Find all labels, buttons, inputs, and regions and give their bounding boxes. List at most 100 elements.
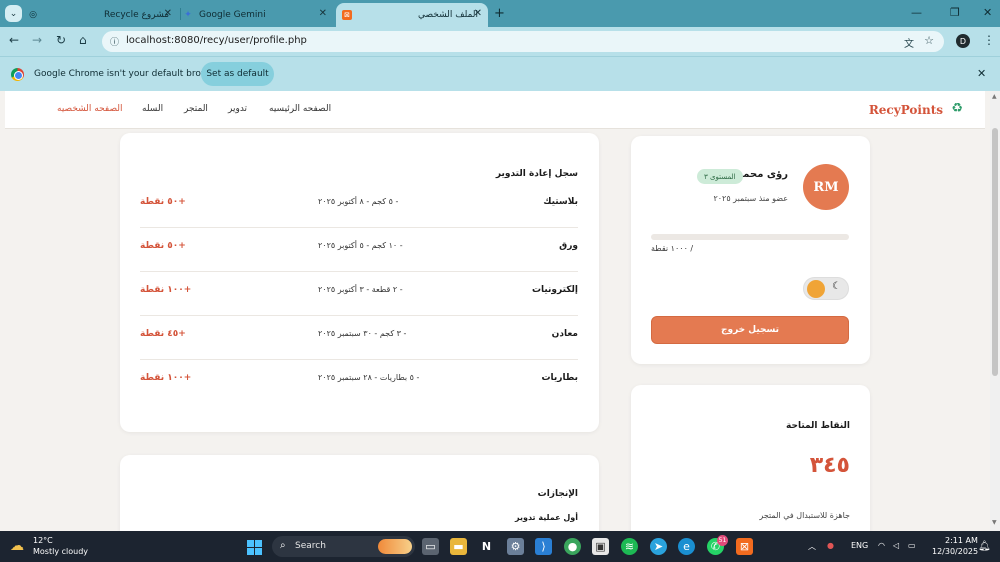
tab-recycle-project[interactable]: ◎ مشروع Recycle ✕ [28,3,178,27]
globe-icon: ◎ [29,10,37,20]
tab-title: مشروع Recycle [104,10,170,20]
tab-profile[interactable]: ⊠ الملف الشخصي ✕ [336,3,488,27]
nav-home[interactable]: الصفحه الرئيسيه [269,104,331,114]
history-row: بطاريات - ٥ بطاريات - ٢٨ سبتمبر ٢٠٢٥ +١٠… [140,360,578,404]
history-material: بطاريات [541,373,578,383]
brand-logo[interactable]: RecyPoints [869,103,943,117]
achievements-title: الإنجازات [537,489,578,499]
history-points: +٥٠ نقطة [140,197,186,207]
recycle-icon: ♻ [951,101,963,116]
task-view-icon[interactable]: ▭ [422,538,439,555]
history-title: سجل إعادة التدوير [495,169,578,179]
history-details: - ٥ كجم - ٨ أكتوبر ٢٠٢٥ [318,197,399,206]
minimize-icon[interactable]: — [911,6,922,19]
infobar-message: Google Chrome isn't your default browser [34,69,223,79]
site-navbar: RecyPoints ♻ الصفحه الرئيسيه تدوير المتج… [5,91,985,129]
close-infobar-icon[interactable]: ✕ [977,67,986,80]
windows-taskbar: ☁ 12°C Mostly cloudy ⌕ Search ▭ ▬ N ⚙ ⟩ … [0,531,1000,562]
gemini-icon: ✦ [184,10,192,20]
achievement-item: أول عملية تدوير [514,513,578,522]
close-tab-icon[interactable]: ✕ [474,8,482,19]
back-icon[interactable]: ← [9,33,19,47]
history-details: - ٣ كجم - ٣٠ سبتمبر ٢٠٢٥ [318,329,407,338]
history-details: - ٥ بطاريات - ٢٨ سبتمبر ٢٠٢٥ [318,373,420,382]
tab-google-gemini[interactable]: ✦ Google Gemini ✕ [183,3,333,27]
user-avatar: RM [803,164,849,210]
reload-icon[interactable]: ↻ [56,33,66,47]
tray-app-icon[interactable]: ● [827,541,834,550]
page-scrollbar[interactable]: ▲ ▼ [990,91,1000,531]
close-window-icon[interactable]: ✕ [983,6,992,19]
store-icon[interactable]: ▣ [592,538,609,555]
search-label: Search [295,541,326,551]
notion-like-app-icon[interactable]: N [478,538,495,555]
logout-button[interactable]: تسجيل خروج [651,316,849,344]
scroll-down-icon[interactable]: ▼ [992,519,997,526]
set-as-default-button[interactable]: Set as default [201,62,274,86]
scrollbar-thumb[interactable] [992,128,998,376]
taskbar-search[interactable]: ⌕ Search [272,536,415,557]
page-viewport: RecyPoints ♻ الصفحه الرئيسيه تدوير المتج… [0,91,990,531]
search-icon: ⌕ [280,540,286,551]
weather-description[interactable]: Mostly cloudy [33,547,88,556]
tab-title: الملف الشخصي [418,10,478,20]
chrome-logo-icon [11,68,24,81]
scroll-up-icon[interactable]: ▲ [992,93,997,100]
theme-toggle[interactable]: ☾ [803,277,849,300]
translate-icon[interactable]: 文 [904,35,914,50]
volume-icon[interactable]: ◁ [893,541,899,550]
address-bar[interactable]: ⓘ localhost:8080/recy/user/profile.php 文… [102,31,944,52]
restore-icon[interactable]: ❐ [950,6,960,19]
file-explorer-icon[interactable]: ▬ [450,538,467,555]
bookmark-star-icon[interactable]: ☆ [924,34,934,47]
spotify-icon[interactable]: ≋ [621,538,638,555]
forward-icon[interactable]: → [32,33,42,47]
tab-search-chevron-icon[interactable]: ⌄ [5,5,22,22]
history-details: - ٢ قطعة - ٣ أكتوبر ٢٠٢٥ [318,285,403,294]
nav-profile[interactable]: الصفحه الشخصيه [57,104,123,114]
notification-bell-icon[interactable]: 🔔︎ [978,541,991,552]
close-tab-icon[interactable]: ✕ [164,8,172,19]
windows-start-icon[interactable] [247,540,262,555]
language-indicator[interactable]: ENG [851,541,868,550]
telegram-icon[interactable]: ➤ [650,538,667,555]
moon-icon: ☾ [832,281,841,292]
screen: ⌄ ◎ مشروع Recycle ✕ ✦ Google Gemini ✕ ⊠ … [0,0,1000,562]
available-points-value: ٣٤٥ [809,453,850,478]
profile-avatar[interactable]: D [956,34,970,48]
recycling-history-card: سجل إعادة التدوير بلاستيك - ٥ كجم - ٨ أك… [120,133,599,432]
browser-tab-strip: ⌄ ◎ مشروع Recycle ✕ ✦ Google Gemini ✕ ⊠ … [0,0,1000,27]
nav-store[interactable]: المتجر [184,104,208,114]
clock-time[interactable]: 2:11 AM [945,536,978,545]
weather-cloud-icon[interactable]: ☁ [10,538,24,554]
battery-icon[interactable]: ▭ [908,541,916,550]
points-caption: جاهزة للاستبدال في المتجر [759,511,850,520]
edge-icon[interactable]: e [678,538,695,555]
wifi-icon[interactable]: ◠ [878,541,885,550]
history-row: معادن - ٣ كجم - ٣٠ سبتمبر ٢٠٢٥ +٤٥ نقطة [140,316,578,360]
close-tab-icon[interactable]: ✕ [319,8,327,19]
tab-title: Google Gemini [199,10,266,20]
search-highlight-image [378,539,412,554]
settings-gear-icon[interactable]: ⚙ [507,538,524,555]
chrome-menu-icon[interactable]: ⋮ [983,33,995,47]
progress-text: / ١٠٠٠ نقطة [651,244,694,253]
xampp-icon: ⊠ [342,10,352,20]
weather-temp[interactable]: 12°C [33,536,53,545]
history-details: - ١٠ كجم - ٥ أكتوبر ٢٠٢٥ [318,241,403,250]
new-tab-icon[interactable]: + [494,6,505,21]
tray-chevron-icon[interactable]: ︿ [808,541,816,552]
url-text[interactable]: localhost:8080/recy/user/profile.php [126,35,307,46]
default-browser-infobar: Google Chrome isn't your default browser… [0,56,1000,91]
nav-cart[interactable]: السله [142,104,163,114]
clock-date[interactable]: 12/30/2025 [932,547,978,556]
xampp-taskbar-icon[interactable]: ⊠ [736,538,753,555]
points-card: النقاط المتاحة ٣٤٥ جاهزة للاستبدال في ال… [631,385,870,531]
vscode-icon[interactable]: ⟩ [535,538,552,555]
history-material: معادن [551,329,578,339]
home-icon[interactable]: ⌂ [79,33,87,47]
chrome-taskbar-icon[interactable]: ● [564,538,581,555]
site-info-icon[interactable]: ⓘ [110,35,122,48]
history-points: +١٠٠ نقطة [140,285,192,295]
nav-recycle[interactable]: تدوير [228,104,247,114]
